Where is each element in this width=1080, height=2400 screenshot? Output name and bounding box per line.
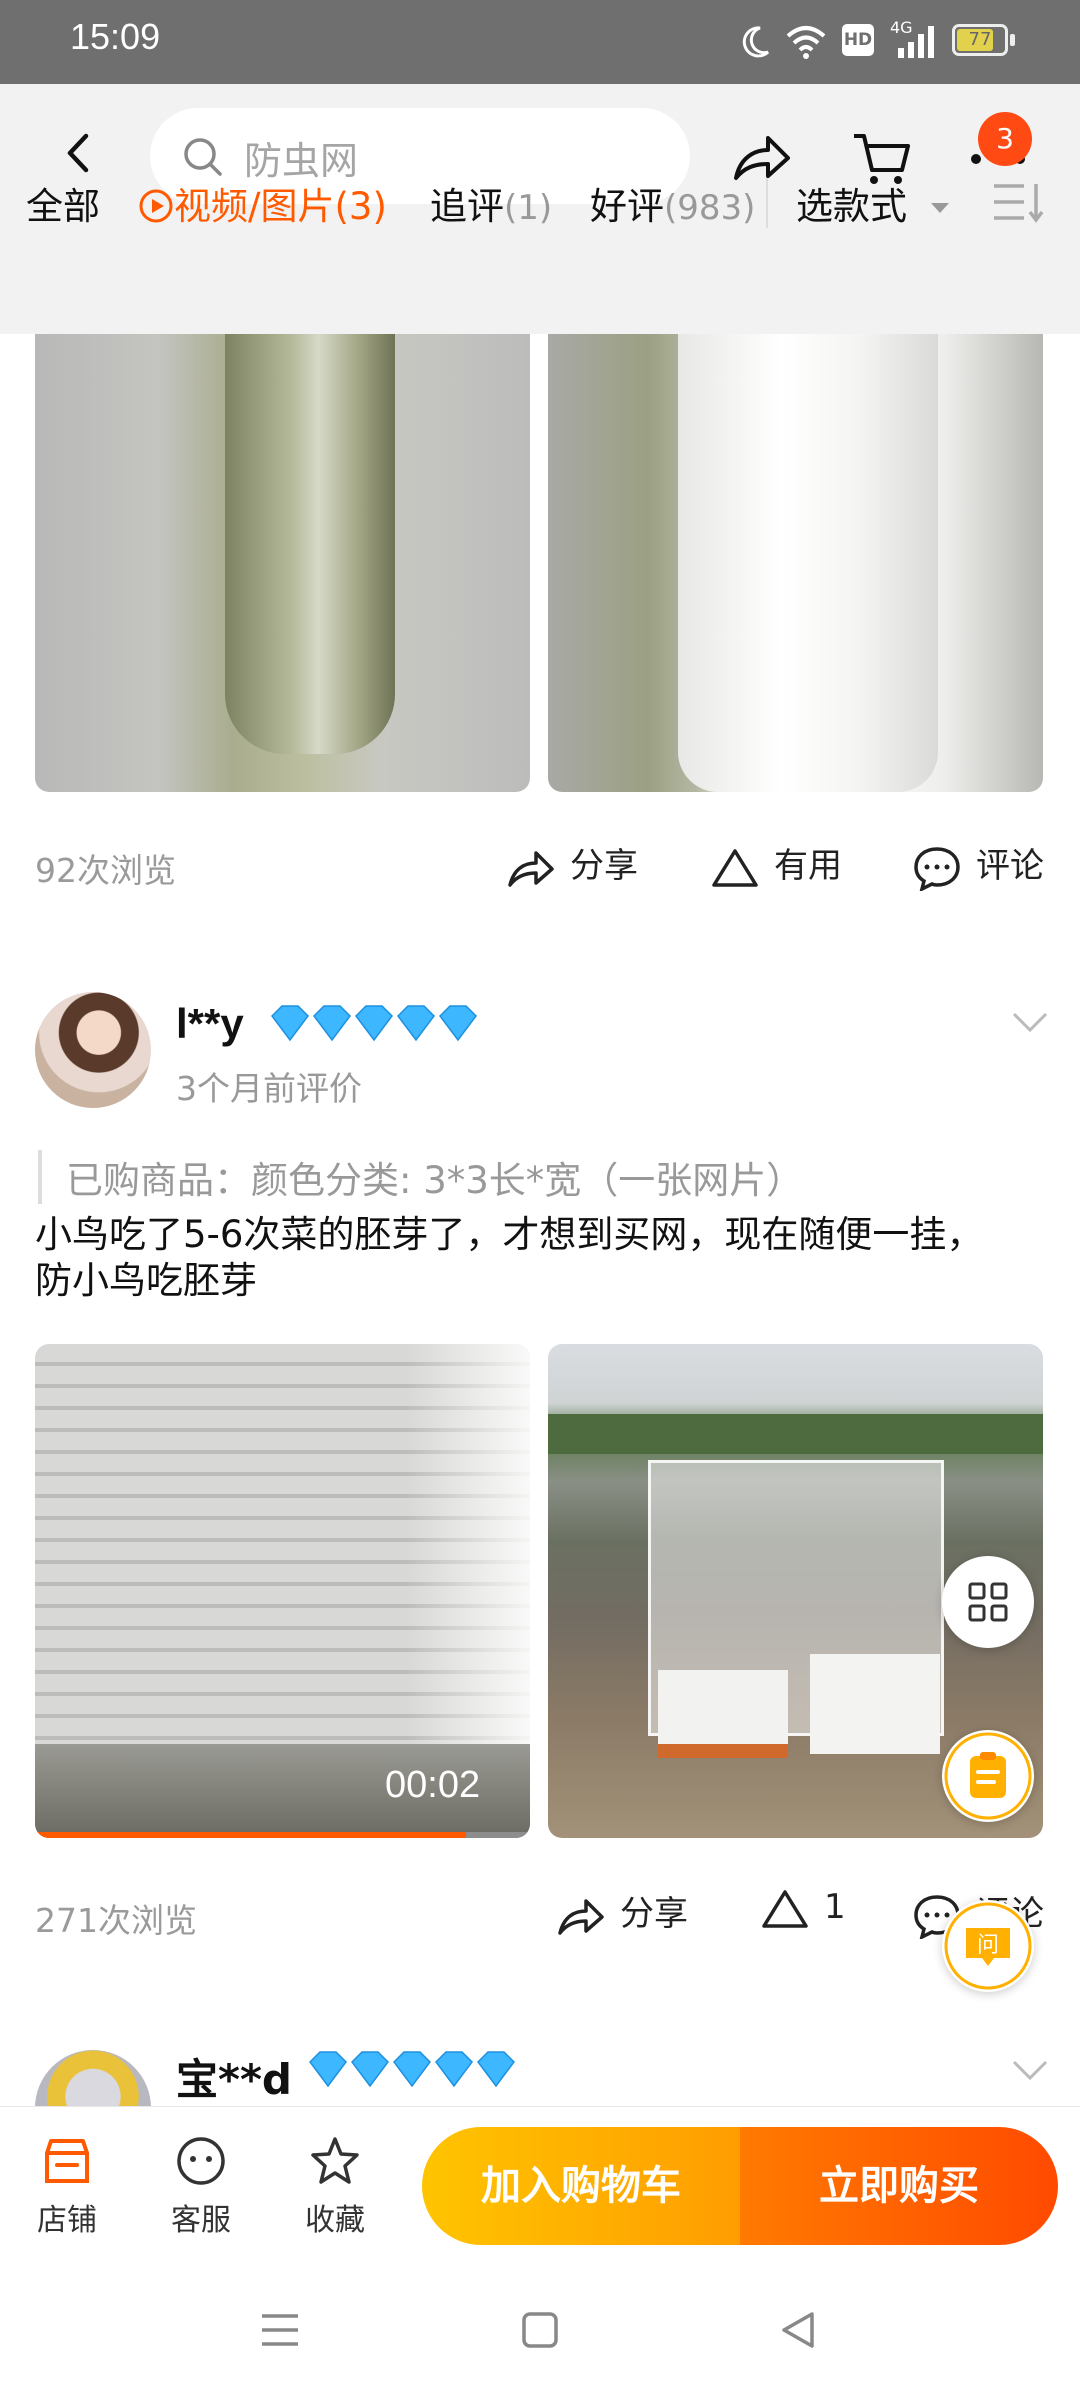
star-icon xyxy=(311,2137,359,2184)
filter-list-icon[interactable] xyxy=(990,180,1046,224)
grid-icon xyxy=(968,1582,1008,1622)
bottom-action-bar: 店铺 客服 收藏 加入购物车 立即购买 xyxy=(0,2106,1080,2267)
cart-count-badge: 3 xyxy=(978,112,1032,166)
service-label: 客服 xyxy=(171,2203,231,2238)
avatar[interactable] xyxy=(35,2040,151,2110)
tab-good[interactable]: 好评(983) xyxy=(590,176,755,230)
customer-service-icon xyxy=(177,2137,225,2185)
favorite-button[interactable]: 收藏 xyxy=(290,2133,380,2239)
home-icon[interactable] xyxy=(520,2310,560,2350)
review-photo[interactable] xyxy=(35,334,530,792)
diamond-level-icon xyxy=(309,2051,515,2088)
share-label: 分享 xyxy=(570,846,638,886)
comment-action[interactable]: 评论 xyxy=(912,838,1044,893)
tab-media-count: (3) xyxy=(334,185,387,228)
tab-followup-label: 追评 xyxy=(430,185,504,228)
video-progress-fill xyxy=(35,1832,466,1838)
caret-down-icon xyxy=(930,203,949,213)
wifi-icon xyxy=(786,26,826,59)
thumbs-triangle-icon xyxy=(712,849,758,887)
review-video[interactable]: 00:02 xyxy=(35,1344,530,1838)
tab-style-label: 选款式 xyxy=(796,185,907,228)
tab-media-label: 视频/图片 xyxy=(174,185,335,228)
photo-plants-row xyxy=(548,1414,1043,1454)
chevron-down-icon[interactable] xyxy=(1010,2058,1050,2082)
back-triangle-icon[interactable] xyxy=(778,2310,818,2350)
review-photo[interactable] xyxy=(548,334,1043,792)
system-nav-bar xyxy=(0,2266,1080,2400)
search-icon xyxy=(184,138,222,176)
share-action[interactable]: 分享 xyxy=(556,1886,688,1939)
back-arrow-icon[interactable] xyxy=(54,128,104,178)
tab-good-count: (983) xyxy=(664,188,756,228)
notes-button[interactable] xyxy=(942,1730,1034,1822)
share-icon xyxy=(508,851,554,887)
photo-roll-shape xyxy=(678,334,938,792)
ask-bubble-icon: 问 xyxy=(944,1902,1032,1990)
useful-action[interactable]: 有用 xyxy=(710,838,842,891)
review-text: 小鸟吃了5-6次菜的胚芽了，才想到买网，现在随便一挂，防小鸟吃胚芽 xyxy=(35,1213,984,1302)
video-duration: 00:02 xyxy=(385,1764,481,1806)
battery-icon: 77 xyxy=(952,24,1008,56)
status-time: 15:09 xyxy=(70,16,161,57)
purchased-item: 已购商品：颜色分类: 3*3长*宽（一张网片） xyxy=(38,1150,803,1204)
tab-good-label: 好评 xyxy=(590,185,664,228)
tab-divider xyxy=(766,178,768,228)
share-label: 分享 xyxy=(620,1894,688,1934)
shop-label: 店铺 xyxy=(37,2203,97,2238)
tab-followup[interactable]: 追评(1) xyxy=(430,176,552,230)
tab-media[interactable]: 视频/图片(3) xyxy=(138,176,387,230)
photo-planter xyxy=(658,1670,788,1758)
tab-all[interactable]: 全部 xyxy=(26,176,100,230)
ask-label: 问 xyxy=(977,1933,999,1958)
status-bar: 15:09 HD 4G 77 xyxy=(0,0,1080,84)
share-action[interactable]: 分享 xyxy=(506,838,638,891)
battery-tip xyxy=(1010,34,1015,46)
video-progress-bar xyxy=(35,1832,530,1838)
useful-action[interactable]: 1 xyxy=(760,1886,846,1932)
comment-icon xyxy=(914,847,960,893)
diamond-level-icon xyxy=(271,1005,477,1042)
photo-bag-shape xyxy=(225,334,395,754)
buy-now-button[interactable]: 立即购买 xyxy=(740,2127,1058,2245)
hd-badge: HD xyxy=(842,24,874,56)
moon-icon xyxy=(742,26,770,58)
comment-label: 评论 xyxy=(976,846,1044,886)
store-icon xyxy=(45,2139,89,2183)
service-button[interactable]: 客服 xyxy=(156,2133,246,2239)
signal-icon xyxy=(898,26,934,58)
photo-planter xyxy=(810,1654,940,1754)
clipboard-icon xyxy=(944,1732,1032,1820)
battery-level: 77 xyxy=(968,29,992,50)
review-date: 3个月前评价 xyxy=(176,1069,362,1108)
grid-view-button[interactable] xyxy=(942,1556,1034,1648)
play-icon xyxy=(139,189,173,223)
add-to-cart-button[interactable]: 加入购物车 xyxy=(422,2127,740,2245)
view-count: 92次浏览 xyxy=(35,851,176,890)
avatar[interactable] xyxy=(35,992,151,1108)
ask-button[interactable]: 问 xyxy=(942,1900,1034,1992)
useful-count: 1 xyxy=(824,1887,846,1927)
share-icon xyxy=(558,1899,604,1935)
useful-label: 有用 xyxy=(774,846,842,886)
tab-style-dropdown[interactable]: 选款式 xyxy=(796,176,951,230)
shop-button[interactable]: 店铺 xyxy=(22,2133,112,2239)
thumbs-triangle-icon xyxy=(762,1890,808,1928)
view-count: 271次浏览 xyxy=(35,1901,197,1940)
reviewer-name: 宝**d xyxy=(176,2055,292,2104)
reviewer-name: l**y xyxy=(176,1000,244,1047)
tab-followup-count: (1) xyxy=(504,188,553,228)
favorite-label: 收藏 xyxy=(305,2203,365,2238)
menu-icon[interactable] xyxy=(258,2310,302,2350)
chevron-down-icon[interactable] xyxy=(1010,1010,1050,1034)
